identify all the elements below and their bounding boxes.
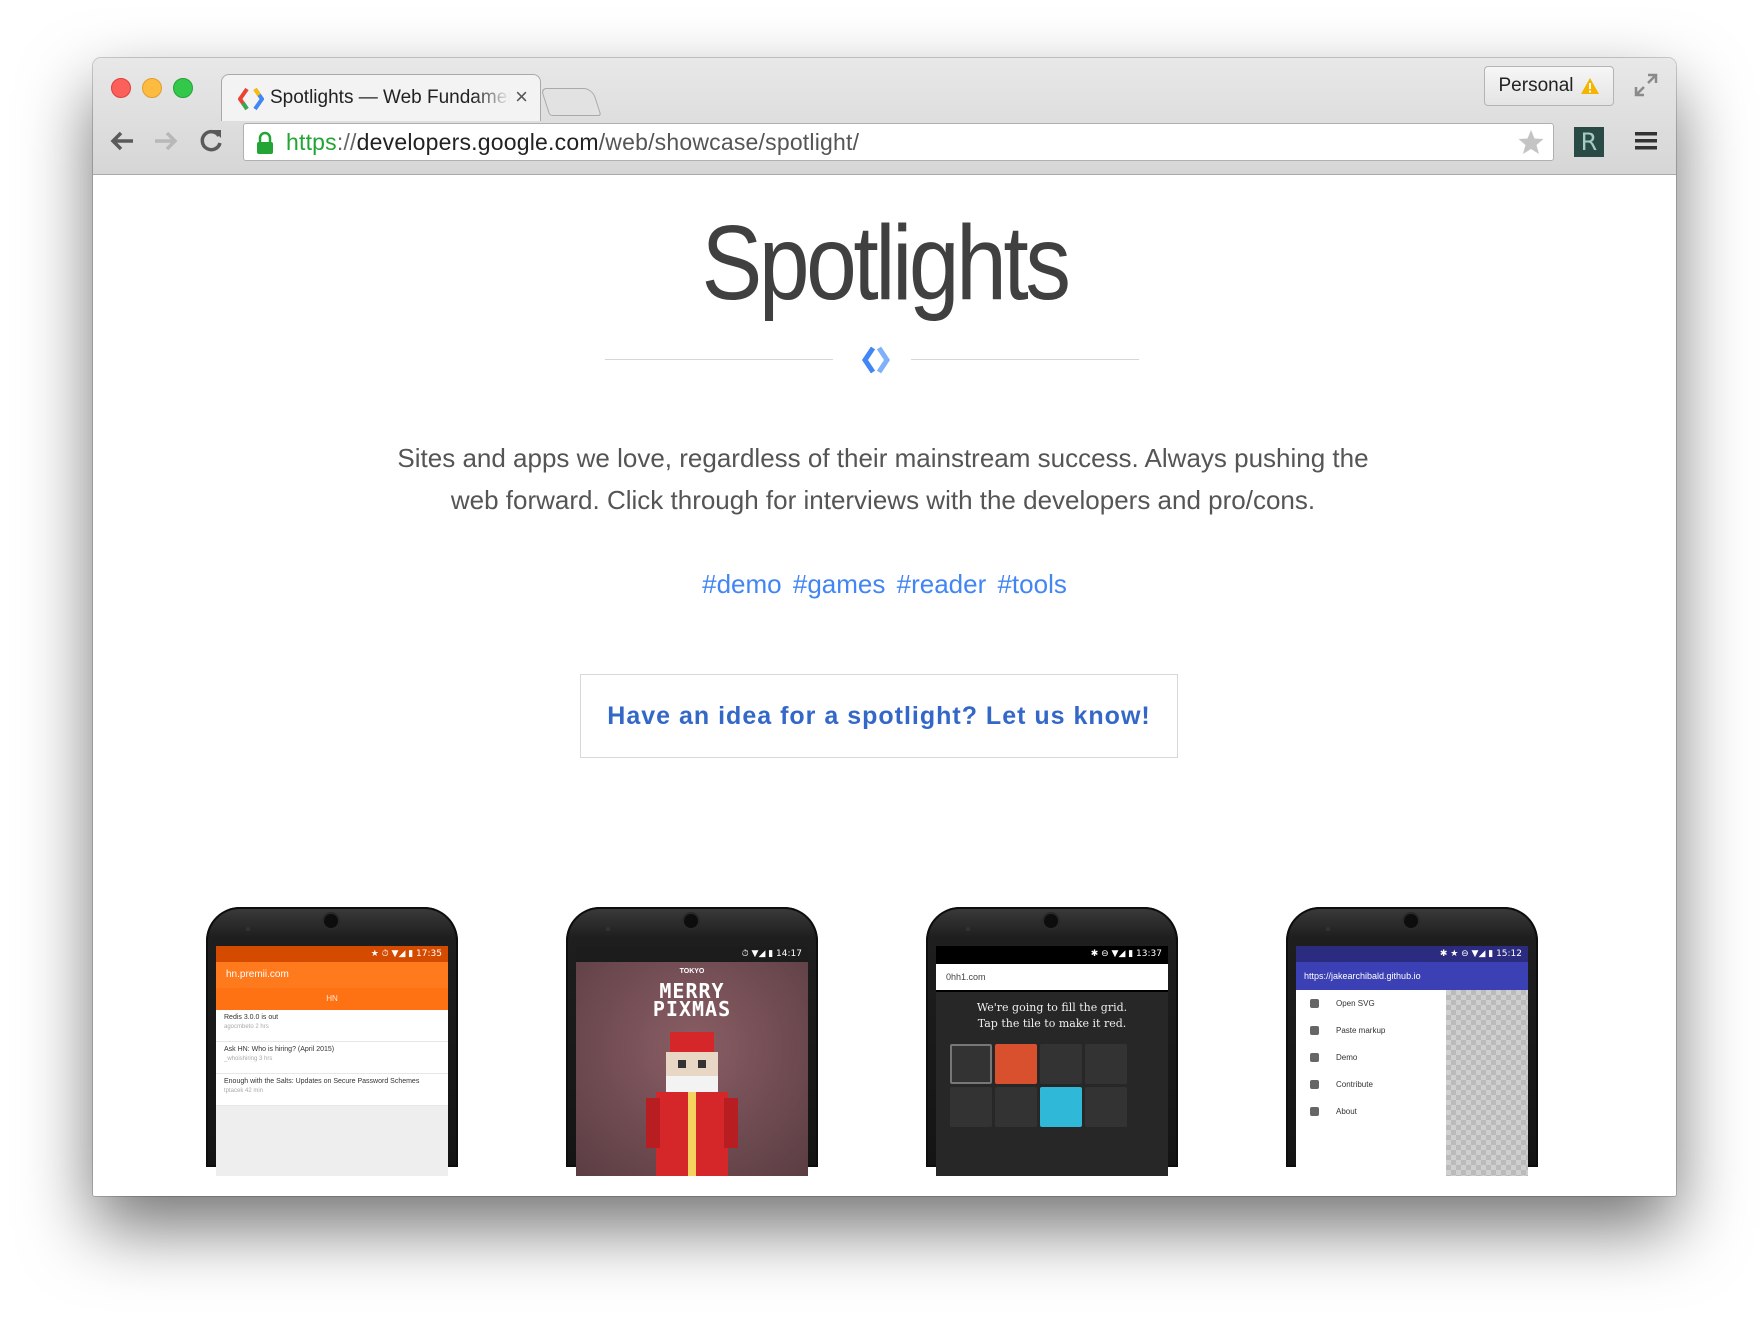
game-screen: TOKYO MERRY PIXMAS [576, 962, 808, 1176]
game-screen: We're going to fill the grid. Tap the ti… [936, 992, 1168, 1176]
url-host: developers.google.com [356, 129, 599, 155]
phone-screen: ★ ⏱ ▼◢ ▮ 17:35 hn.premii.com HN Redis 3.… [216, 946, 448, 1176]
tile-grid [950, 1044, 1127, 1127]
grid-tile[interactable] [1040, 1044, 1082, 1084]
game-message: We're going to fill the grid. Tap the ti… [936, 1000, 1168, 1032]
phone-camera [1404, 914, 1418, 928]
browser-window: Spotlights — Web Fundamentals × Personal [93, 58, 1676, 1196]
page-content: Spotlights Sites and apps we love, regar… [93, 175, 1676, 1196]
item-title: Enough with the Salts: Updates on Secure… [224, 1078, 420, 1085]
active-tab[interactable]: Spotlights — Web Fundamentals × [221, 74, 541, 121]
spotlight-card-pixmas[interactable]: ⏱ ▼◢ ▮ 14:17 TOKYO MERRY PIXMAS [566, 907, 818, 1176]
status-bar: ★ ⏱ ▼◢ ▮ 17:35 [216, 946, 448, 962]
phone-sensor [1326, 927, 1330, 931]
phone-url-bar: 0hh1.com [936, 964, 1168, 990]
list-item: Redis 3.0.0 is out agocmbeto 2 hrs [216, 1010, 448, 1042]
list-item: Ask HN: Who is hiring? (April 2015) _whoi… [216, 1042, 448, 1074]
transparency-preview [1446, 990, 1528, 1176]
lock-icon [257, 131, 273, 154]
menu-item: Paste markup [1296, 1017, 1446, 1044]
phone-screen: ✱ ⊖ ▼◢ ▮ 13:37 0hh1.com We're going to f… [936, 946, 1168, 1176]
status-bar: ✱ ⊖ ▼◢ ▮ 13:37 [936, 946, 1168, 962]
status-bar: ✱ ★ ⊖ ▼◢ ▮ 15:12 [1296, 946, 1528, 962]
url-text: https://developers.google.com/web/showca… [286, 129, 859, 156]
grid-tile[interactable] [950, 1087, 992, 1127]
extension-icon[interactable]: R [1574, 127, 1604, 157]
divider-line [605, 359, 833, 360]
close-window-button[interactable] [111, 78, 131, 98]
grid-tile[interactable] [995, 1044, 1037, 1084]
item-meta: agocmbeto 2 hrs [224, 1024, 269, 1030]
grid-tile[interactable] [995, 1087, 1037, 1127]
phone-camera [1044, 914, 1058, 928]
menu-item: Contribute [1296, 1071, 1446, 1098]
address-bar[interactable]: https://developers.google.com/web/showca… [243, 123, 1554, 161]
zoom-window-button[interactable] [173, 78, 193, 98]
url-scheme: https [286, 129, 337, 155]
tag-demo-link[interactable]: #demo [702, 569, 782, 599]
suggest-spotlight-button[interactable]: Have an idea for a spotlight? Let us kno… [580, 674, 1178, 758]
spotlight-card-0hh1[interactable]: ✱ ⊖ ▼◢ ▮ 13:37 0hh1.com We're going to f… [926, 907, 1178, 1176]
minimize-window-button[interactable] [142, 78, 162, 98]
phone-sensor [606, 927, 610, 931]
game-subtitle: TOKYO [679, 968, 705, 975]
forward-icon[interactable] [151, 126, 181, 156]
phone-sensor [246, 927, 250, 931]
spotlight-card-svgomg[interactable]: ✱ ★ ⊖ ▼◢ ▮ 15:12 https://jakearchibald.g… [1286, 907, 1538, 1176]
google-developers-icon [238, 87, 264, 111]
grid-tile[interactable] [1040, 1087, 1082, 1127]
list-item: Enough with the Salts: Updates on Secure… [216, 1074, 448, 1106]
phone-camera [324, 914, 338, 928]
pixel-santa-icon [646, 1032, 738, 1176]
phone-menu: Open SVG Paste markup Demo Contribute Ab… [1296, 990, 1446, 1176]
back-icon[interactable] [107, 126, 137, 156]
item-title: Ask HN: Who is hiring? (April 2015) [224, 1046, 335, 1053]
tab-title: Spotlights — Web Fundamentals [270, 87, 510, 108]
fullscreen-icon[interactable] [1633, 72, 1659, 98]
game-title-line: PIXMAS [652, 997, 732, 1021]
new-tab-button[interactable] [540, 88, 602, 116]
tag-reader-link[interactable]: #reader [897, 569, 987, 599]
url-path: /web/showcase/spotlight/ [598, 129, 860, 155]
tag-tools-link[interactable]: #tools [997, 569, 1066, 599]
menu-item: Open SVG [1296, 990, 1446, 1017]
phone-sensor [966, 927, 970, 931]
item-meta: _whoishiring 3 hrs [224, 1056, 273, 1062]
message-line: We're going to fill the grid. [976, 1001, 1128, 1014]
phone-url-bar: hn.premii.com [216, 962, 448, 988]
close-tab-icon[interactable]: × [515, 84, 528, 110]
chevrons-brand-icon [861, 346, 891, 374]
profile-button[interactable]: Personal [1484, 66, 1614, 106]
grid-tile[interactable] [1085, 1044, 1127, 1084]
tag-games-link[interactable]: #games [793, 569, 886, 599]
page-title: Spotlights [701, 204, 1071, 322]
divider-line [911, 359, 1139, 360]
reload-icon[interactable] [196, 126, 226, 156]
intro-text: Sites and apps we love, regardless of th… [397, 443, 1369, 515]
phone-camera [684, 914, 698, 928]
item-title: Redis 3.0.0 is out [224, 1014, 279, 1021]
profile-label: Personal [1498, 75, 1574, 96]
grid-tile[interactable] [1085, 1087, 1127, 1127]
browser-toolbar: Spotlights — Web Fundamentals × Personal [93, 58, 1676, 175]
star-icon[interactable] [1517, 129, 1545, 155]
url-separator: :// [336, 129, 357, 155]
spotlight-card-hn[interactable]: ★ ⏱ ▼◢ ▮ 17:35 hn.premii.com HN Redis 3.… [206, 907, 458, 1176]
item-meta: tptacek 42 min [224, 1088, 264, 1094]
phone-screen: ✱ ★ ⊖ ▼◢ ▮ 15:12 https://jakearchibald.g… [1296, 946, 1528, 1176]
phone-tab-bar: HN [216, 988, 448, 1010]
warning-icon [1580, 78, 1599, 94]
menu-item: Demo [1296, 1044, 1446, 1071]
phone-url-bar: https://jakearchibald.github.io [1296, 962, 1528, 990]
tag-list: #demo #games #reader #tools [93, 569, 1676, 600]
phone-screen: ⏱ ▼◢ ▮ 14:17 TOKYO MERRY PIXMAS [576, 946, 808, 1176]
message-line: Tap the tile to make it red. [977, 1017, 1127, 1030]
status-bar: ⏱ ▼◢ ▮ 14:17 [576, 946, 808, 962]
window-controls [111, 78, 193, 98]
menu-item: About [1296, 1098, 1446, 1125]
game-title: MERRY PIXMAS [576, 981, 808, 1021]
menu-icon[interactable] [1633, 129, 1659, 153]
grid-tile[interactable] [950, 1044, 992, 1084]
